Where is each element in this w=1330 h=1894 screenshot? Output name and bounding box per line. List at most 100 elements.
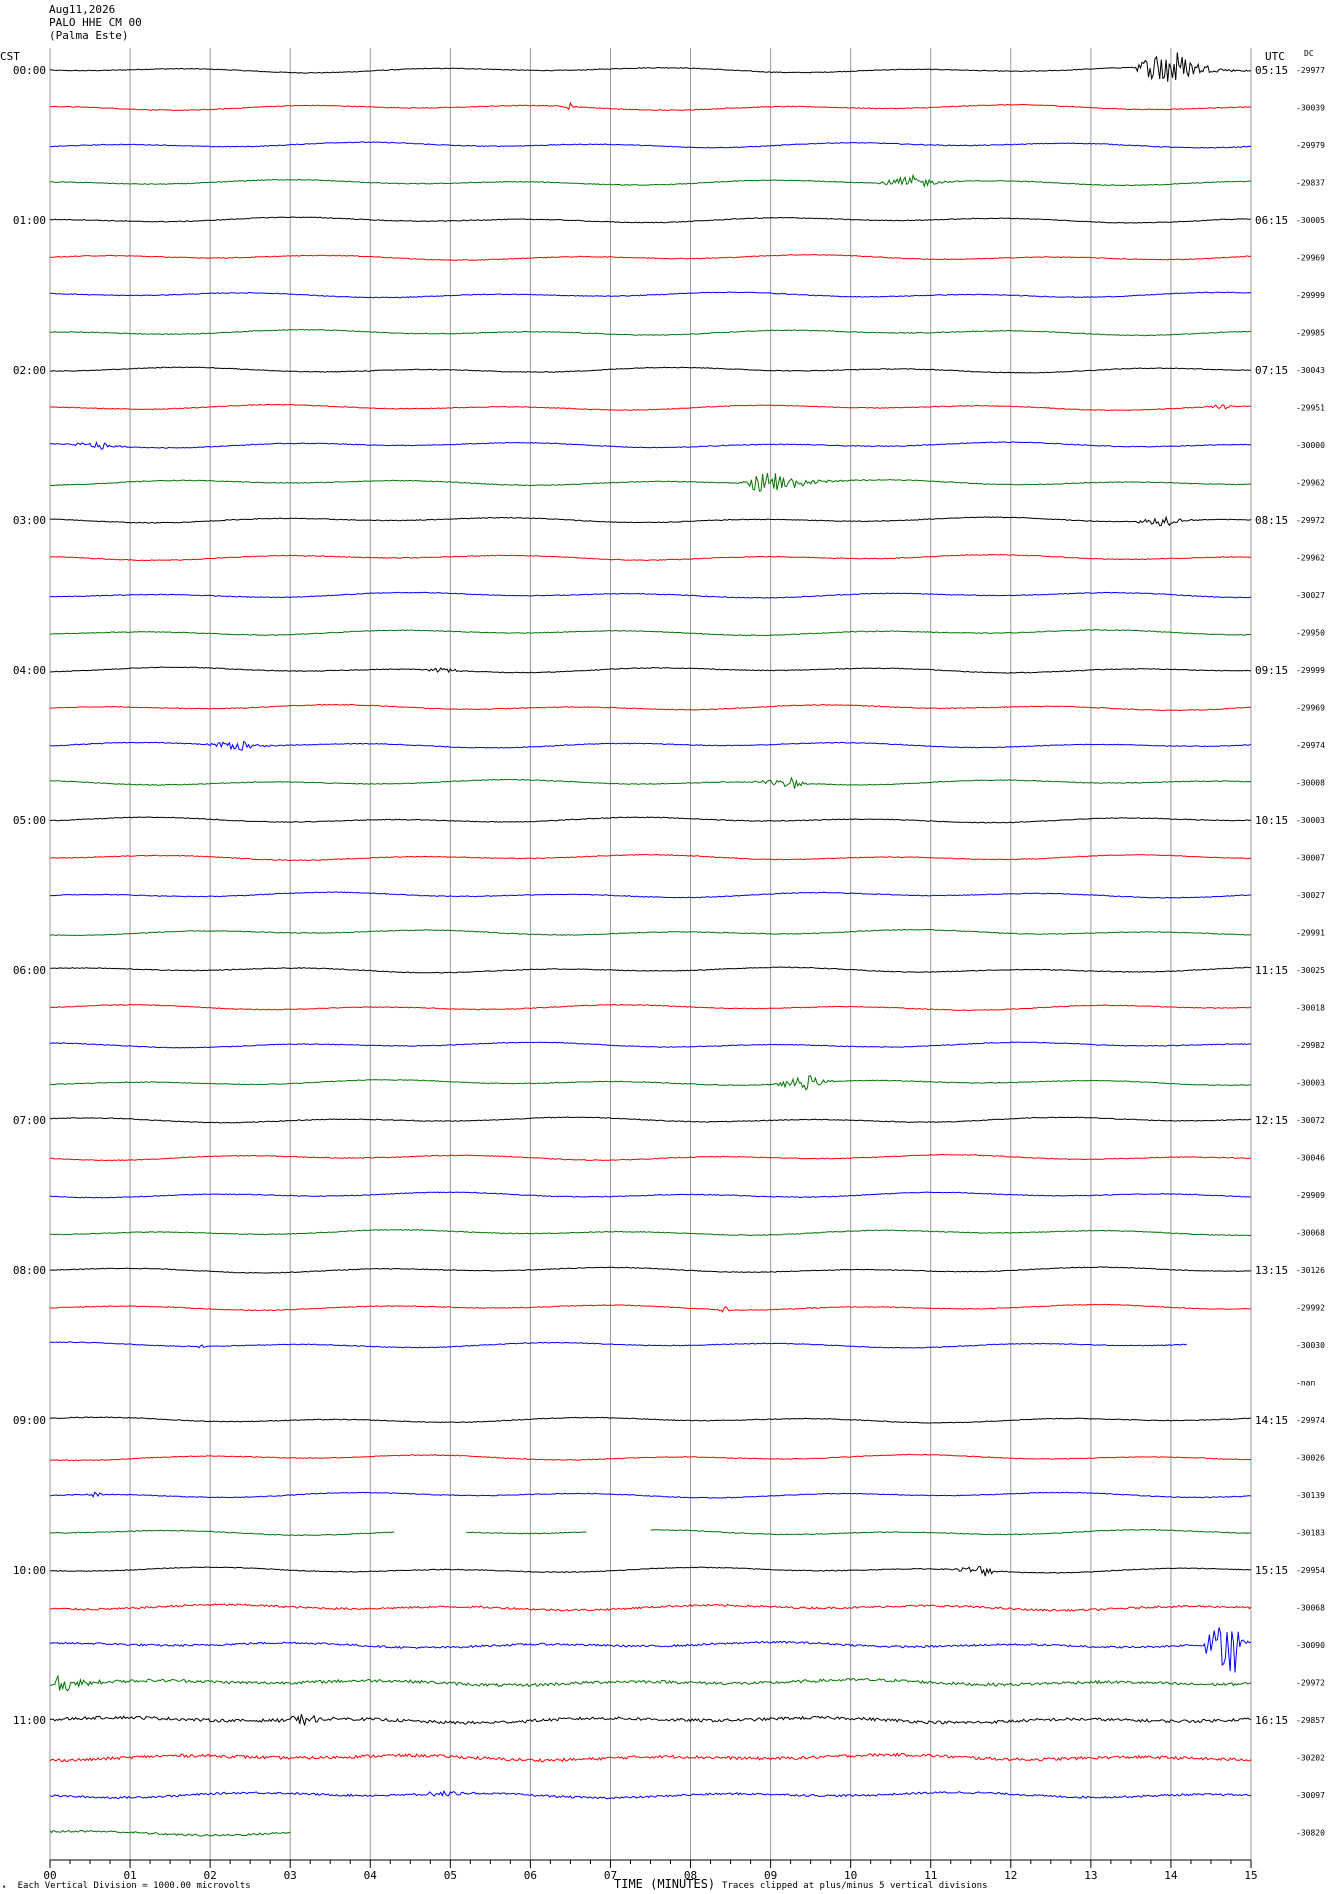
seismic-trace <box>49 440 1252 450</box>
seismic-trace <box>49 1603 1252 1613</box>
cst-hour-label: 00:00 <box>13 64 46 77</box>
seismic-trace <box>49 328 1252 337</box>
utc-hour-label: 16:15 <box>1255 1714 1288 1727</box>
seismic-trace <box>49 666 1252 674</box>
seismic-trace <box>49 853 1252 862</box>
utc-hour-label: 08:15 <box>1255 514 1288 527</box>
utc-hour-label: 11:15 <box>1255 964 1288 977</box>
seismic-trace <box>50 1565 1252 1577</box>
cst-hour-label: 02:00 <box>13 364 46 377</box>
seismic-trace <box>49 816 1252 824</box>
dc-offset-label: -30005 <box>1296 216 1325 225</box>
traces <box>49 52 1252 1837</box>
utc-hour-label: 06:15 <box>1255 214 1288 227</box>
dc-offset-label: -30202 <box>1296 1754 1325 1763</box>
dc-offset-label: -29992 <box>1296 1304 1325 1313</box>
dc-offset-label: -30000 <box>1296 441 1325 450</box>
dc-offset-label: -30025 <box>1296 966 1325 975</box>
seismic-trace <box>49 1341 1188 1349</box>
dc-offset-label: -29909 <box>1296 1191 1325 1200</box>
seismic-trace <box>49 1075 1252 1091</box>
seismic-trace <box>50 1713 1252 1726</box>
seismic-trace <box>49 141 1252 149</box>
seismic-trace <box>49 473 1252 492</box>
dc-offset-label: -29962 <box>1296 479 1325 488</box>
x-tick-label-14: 14 <box>1164 1869 1178 1882</box>
x-tick-label-05: 05 <box>444 1869 457 1882</box>
dc-offset-label: -nan <box>1296 1379 1315 1388</box>
seismic-trace <box>49 591 1251 599</box>
x-tick-label-12: 12 <box>1004 1869 1017 1882</box>
cst-hour-label: 07:00 <box>13 1114 46 1127</box>
dc-offset-label: -29950 <box>1296 629 1325 638</box>
seismic-trace <box>49 101 1252 112</box>
dc-offset-label: -29974 <box>1296 1416 1325 1425</box>
dc-offset-label: -29991 <box>1296 929 1325 938</box>
dc-offset-label: -29954 <box>1296 1566 1325 1575</box>
seismic-trace <box>50 1154 1252 1162</box>
seismic-trace <box>49 928 1252 937</box>
dc-offset-label: -29974 <box>1296 741 1325 750</box>
seismic-trace <box>49 1453 1252 1462</box>
dc-offset-label: -30090 <box>1296 1641 1325 1650</box>
utc-hour-label: 14:15 <box>1255 1414 1288 1427</box>
dc-offset-label: -30072 <box>1296 1116 1325 1125</box>
seismic-trace <box>50 291 1252 299</box>
cst-hour-label: 01:00 <box>13 214 46 227</box>
dc-offset-label: -30068 <box>1296 1604 1325 1613</box>
dc-offset-label: -29969 <box>1296 704 1325 713</box>
dc-offset-label: -29999 <box>1296 291 1325 300</box>
dc-offset-label: -30003 <box>1296 816 1325 825</box>
dc-offset-label: -29982 <box>1296 1041 1325 1050</box>
dc-offset-label: -30043 <box>1296 366 1325 375</box>
dc-offset-label: -30039 <box>1296 104 1325 113</box>
cst-hour-label: 03:00 <box>13 514 46 527</box>
seismogram-plot: CST UTC DC 00:00 05:15 -29977 -30039 -29979 -… <box>0 48 1325 1882</box>
seismic-trace <box>49 1191 1252 1199</box>
x-tick-label-15: 15 <box>1244 1869 1257 1882</box>
seismic-trace <box>49 253 1252 261</box>
cst-hour-label: 06:00 <box>13 964 46 977</box>
x-tick-label-06: 06 <box>524 1869 537 1882</box>
cst-hour-label: 08:00 <box>13 1264 46 1277</box>
dc-offset-label: -30820 <box>1296 1829 1325 1838</box>
cst-hour-label: 05:00 <box>13 814 46 827</box>
seismic-trace <box>49 1041 1252 1049</box>
dc-offset-label: -30097 <box>1296 1791 1325 1800</box>
dc-offset-label: -29857 <box>1296 1716 1325 1725</box>
seismic-trace <box>49 1003 1252 1012</box>
seismic-trace <box>49 173 1252 189</box>
cst-axis-label: CST <box>0 50 20 63</box>
dc-offset-label: -30068 <box>1296 1229 1325 1238</box>
seismic-trace <box>49 553 1252 562</box>
dc-offset-label: -29951 <box>1296 404 1325 413</box>
seismic-trace <box>49 52 1252 82</box>
cst-hour-label: 11:00 <box>13 1714 46 1727</box>
seismic-trace <box>50 1266 1252 1274</box>
seismic-trace <box>49 1627 1252 1673</box>
seismic-trace <box>49 515 1252 527</box>
dc-offset-label: -29969 <box>1296 254 1325 263</box>
seismic-trace <box>49 1529 395 1537</box>
dc-offset-label: -29972 <box>1296 1679 1325 1688</box>
utc-hour-label: 12:15 <box>1255 1114 1288 1127</box>
seismic-trace <box>50 966 1252 974</box>
seismic-trace <box>49 1674 1252 1692</box>
dc-offset-label: -29837 <box>1296 179 1325 188</box>
dc-offset-label: -30027 <box>1296 891 1325 900</box>
utc-hour-label: 07:15 <box>1255 364 1288 377</box>
dc-offset-label: -30126 <box>1296 1266 1325 1275</box>
utc-hour-label: 15:15 <box>1255 1564 1288 1577</box>
cst-hour-label: 04:00 <box>13 664 46 677</box>
utc-hour-label: 13:15 <box>1255 1264 1288 1277</box>
seismic-trace <box>49 366 1251 374</box>
x-tick-label-03: 03 <box>284 1869 297 1882</box>
scale-note: ▴ Each Vertical Division = 1000.00 micro… <box>2 1881 251 1891</box>
x-tick-label-13: 13 <box>1084 1869 1097 1882</box>
dc-offset-label: -29979 <box>1296 141 1325 150</box>
seismic-trace <box>49 703 1252 712</box>
seismic-trace <box>49 1789 1252 1800</box>
dc-offset-label: -30183 <box>1296 1529 1325 1538</box>
dc-offset-label: -29962 <box>1296 554 1325 563</box>
seismic-trace <box>650 1528 1252 1536</box>
